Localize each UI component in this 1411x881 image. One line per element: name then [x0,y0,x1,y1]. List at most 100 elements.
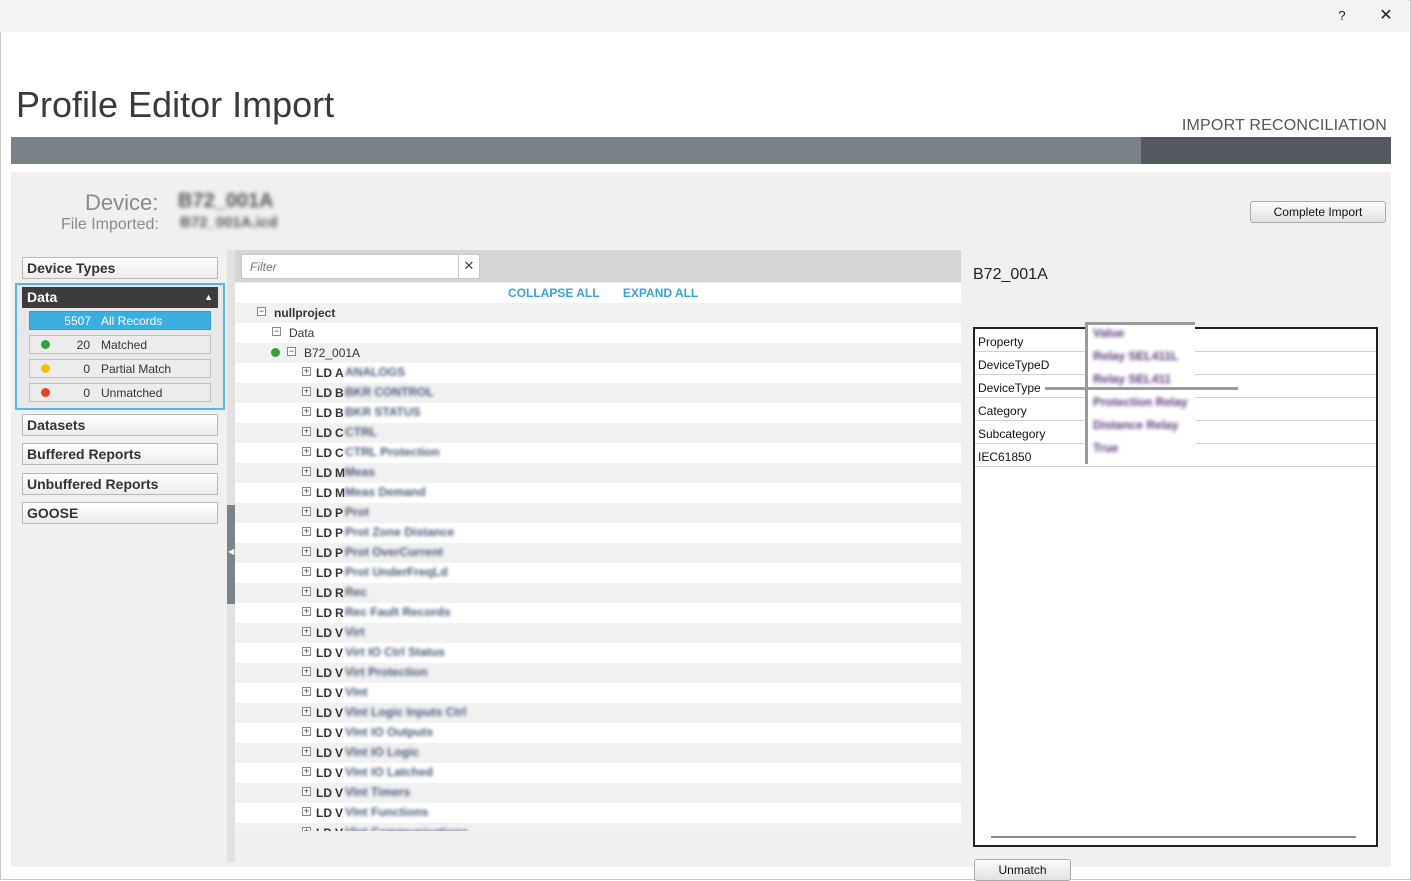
expand-box-icon[interactable]: + [302,507,311,516]
collapse-all-link[interactable]: COLLAPSE ALL [508,286,600,300]
collapse-box-icon[interactable]: − [257,307,266,316]
ld-name: VInt Timers [345,785,411,799]
tree-node-ld[interactable]: + LD P Prot OverCurrent [235,543,961,563]
collapse-box-icon[interactable]: − [287,347,296,356]
clear-filter-icon[interactable]: ✕ [458,255,479,278]
collapse-box-icon[interactable]: − [272,327,281,336]
property-name: IEC61850 [978,450,1032,464]
tree-node-device[interactable]: − B72_001A [235,343,961,363]
filter-input[interactable] [248,258,453,275]
tree-node-ld[interactable]: + LD V Virt [235,623,961,643]
expand-box-icon[interactable]: + [302,607,311,616]
tree-node-ld[interactable]: + LD P Prot Zone Distance [235,523,961,543]
expand-box-icon[interactable]: + [302,727,311,736]
expand-box-icon[interactable]: + [302,467,311,476]
expand-box-icon[interactable]: + [302,447,311,456]
tree-node-ld[interactable]: + LD V VInt IO Outputs [235,723,961,743]
column-resize-line [1045,387,1238,390]
property-name: Category [978,404,1027,418]
tree-node-ld[interactable]: + LD C CTRL Protection [235,443,961,463]
expand-box-icon[interactable]: + [302,527,311,536]
file-imported-value: B72_001A.icd [180,214,278,231]
tree-node-ld[interactable]: + LD V VInt Logic Inputs Ctrl [235,703,961,723]
expand-box-icon[interactable]: + [302,667,311,676]
expand-box-icon[interactable]: + [302,367,311,376]
sidebar-data-header[interactable]: Data ▲ [22,287,218,308]
expand-box-icon[interactable]: + [302,587,311,596]
tree-node-ld[interactable]: + LD P Prot UnderFreqLd [235,563,961,583]
ld-name: VInt IO Logic [345,745,419,759]
ld-name: Prot UnderFreqLd [345,565,448,579]
close-button[interactable]: ✕ [1374,6,1398,26]
ld-prefix: LD [316,486,332,500]
tree-node-ld[interactable]: + LD M Meas [235,463,961,483]
ld-prefix: LD [316,406,332,420]
ld-name: CTRL Protection [345,445,440,459]
expand-box-icon[interactable]: + [302,647,311,656]
sidebar-device-types[interactable]: Device Types [22,257,218,279]
ld-prefix: LD [316,526,332,540]
expand-box-icon[interactable]: + [302,387,311,396]
filter-all-records[interactable]: 5507 All Records [29,311,211,330]
expand-box-icon[interactable]: + [302,547,311,556]
ld-name: Virt [345,625,365,639]
expand-box-icon[interactable]: + [302,627,311,636]
sidebar-unbuffered-reports[interactable]: Unbuffered Reports [22,473,218,495]
tree-node-ld[interactable]: +LDVVInt Communications [235,823,961,831]
ld-name: Meas Demand [345,485,426,499]
tree-node-ld[interactable]: + LD C CTRL [235,423,961,443]
ld-prefix: LD [316,566,332,580]
filter-partial-match[interactable]: 0 Partial Match [29,359,211,378]
tree-node-ld[interactable]: + LD V Virt Protection [235,663,961,683]
tree-node-data[interactable]: − Data [235,323,961,343]
ld-initial: V [335,806,344,820]
unmatch-button[interactable]: Unmatch [974,859,1071,881]
tree-node-ld[interactable]: + LD B BKR STATUS [235,403,961,423]
tree-node-ld[interactable]: + LD V VInt IO Logic [235,743,961,763]
expand-box-icon[interactable]: + [302,487,311,496]
tree-node-ld[interactable]: + LD R Rec [235,583,961,603]
ld-initial: V [335,626,344,640]
step-label: IMPORT RECONCILIATION [1181,117,1387,134]
tree-node-ld[interactable]: + LD A ANALOGS [235,363,961,383]
tree-node-ld[interactable]: + LD P Prot [235,503,961,523]
tree-node-root[interactable]: − nullproject [235,303,961,323]
tree-node-ld[interactable]: + LD M Meas Demand [235,483,961,503]
ld-initial: P [335,566,344,580]
complete-import-button[interactable]: Complete Import [1250,201,1386,223]
filter-unmatched[interactable]: 0 Unmatched [29,383,211,402]
sidebar-goose[interactable]: GOOSE [22,502,218,524]
ld-prefix: LD [316,786,332,800]
expand-all-link[interactable]: EXPAND ALL [623,286,698,300]
tree-node-ld[interactable]: + LD V VInt Functions [235,803,961,823]
tree-node-label: Data [289,326,315,340]
horizontal-scrollbar[interactable] [991,836,1356,838]
tree-node-ld[interactable]: + LD V VInt IO Latched [235,763,961,783]
ld-name: Virt Protection [345,665,428,679]
sidebar-buffered-reports[interactable]: Buffered Reports [22,443,218,465]
expand-box-icon[interactable]: + [302,427,311,436]
tree-actions: COLLAPSE ALL EXPAND ALL [508,286,718,300]
tree-node-ld[interactable]: + LD V VInt [235,683,961,703]
help-button[interactable]: ? [1330,6,1354,26]
expand-box-icon[interactable]: + [302,767,311,776]
expand-box-icon[interactable]: + [302,707,311,716]
device-value: B72_001A [178,190,274,212]
tree-node-ld[interactable]: + LD B BKR CONTROL [235,383,961,403]
tree-node-ld[interactable]: + LD V VInt Timers [235,783,961,803]
expand-box-icon[interactable]: + [302,807,311,816]
ld-initial: V [335,666,344,680]
tree-node-ld[interactable]: + LD V Virt IO Ctrl Status [235,643,961,663]
sidebar-datasets[interactable]: Datasets [22,414,218,436]
expand-box-icon[interactable]: + [302,787,311,796]
expand-box-icon[interactable]: + [302,747,311,756]
ld-prefix: LD [316,586,332,600]
expand-box-icon[interactable]: + [302,687,311,696]
ld-initial: A [335,366,344,380]
tree-node-ld[interactable]: + LD R Rec Fault Records [235,603,961,623]
ld-initial: C [335,426,344,440]
splitter-collapse-handle[interactable]: ◀ [227,505,235,604]
expand-box-icon[interactable]: + [302,567,311,576]
filter-matched[interactable]: 20 Matched [29,335,211,354]
expand-box-icon[interactable]: + [302,407,311,416]
